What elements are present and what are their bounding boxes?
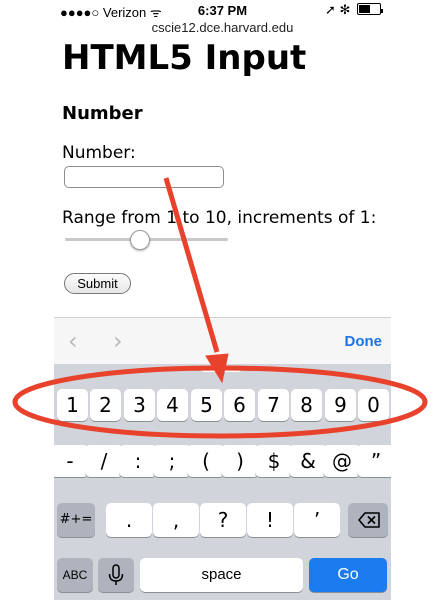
key-1[interactable]: 1 <box>57 389 88 421</box>
space-key[interactable]: space <box>140 558 303 592</box>
done-button[interactable]: Done <box>345 333 383 350</box>
bluetooth-icon: ✻ <box>339 2 351 17</box>
key-semicolon[interactable]: ; <box>153 445 191 477</box>
number-input[interactable] <box>64 166 224 188</box>
key-ampersand[interactable]: & <box>289 445 327 477</box>
key-exclamation[interactable]: ! <box>247 503 293 537</box>
url-bar[interactable]: cscie12.dce.harvard.edu <box>54 20 391 35</box>
location-icon: ➚ <box>324 2 336 17</box>
keyboard: 1 2 3 4 5 6 7 8 9 0 - / : ; ( ) $ & @ ” … <box>54 364 391 600</box>
key-2[interactable]: 2 <box>90 389 121 421</box>
page-title: HTML5 Input <box>62 38 307 78</box>
go-key[interactable]: Go <box>309 558 387 592</box>
key-quote[interactable]: ” <box>357 445 391 477</box>
key-period[interactable]: . <box>106 503 152 537</box>
key-question[interactable]: ? <box>200 503 246 537</box>
battery-tip <box>381 9 383 13</box>
section-heading: Number <box>62 103 143 124</box>
range-label: Range from 1 to 10, increments of 1: <box>62 208 377 228</box>
key-3[interactable]: 3 <box>124 389 155 421</box>
key-6[interactable]: 6 <box>224 389 255 421</box>
key-9[interactable]: 9 <box>325 389 356 421</box>
backspace-icon <box>358 512 380 528</box>
battery-icon <box>357 3 381 15</box>
key-open-paren[interactable]: ( <box>187 445 225 477</box>
key-0[interactable]: 0 <box>358 389 389 421</box>
keyboard-accessory-bar: ‹ › Done <box>54 317 391 365</box>
chevron-right-icon[interactable]: › <box>113 327 123 355</box>
key-slash[interactable]: / <box>85 445 123 477</box>
key-apostrophe[interactable]: ’ <box>294 503 340 537</box>
chevron-left-icon[interactable]: ‹ <box>68 327 78 355</box>
keyboard-drag-handle[interactable] <box>201 367 241 372</box>
key-7[interactable]: 7 <box>258 389 289 421</box>
status-right: ➚ ✻ <box>325 2 383 18</box>
microphone-key[interactable] <box>98 558 134 592</box>
delete-key[interactable] <box>348 503 388 537</box>
key-8[interactable]: 8 <box>291 389 322 421</box>
number-label: Number: <box>62 143 136 163</box>
symbols-toggle-key[interactable]: #+= <box>57 503 95 537</box>
phone-screen: ●●●●○ Verizon ᯤ 6:37 PM ➚ ✻ cscie12.dce.… <box>54 0 391 600</box>
microphone-icon <box>108 564 124 585</box>
key-comma[interactable]: , <box>153 503 199 537</box>
range-slider-thumb[interactable] <box>130 230 151 250</box>
key-at[interactable]: @ <box>323 445 361 477</box>
key-4[interactable]: 4 <box>157 389 188 421</box>
key-hyphen[interactable]: - <box>54 445 89 477</box>
status-bar: ●●●●○ Verizon ᯤ 6:37 PM ➚ ✻ <box>54 0 391 20</box>
key-5[interactable]: 5 <box>191 389 222 421</box>
abc-key[interactable]: ABC <box>57 558 93 592</box>
key-dollar[interactable]: $ <box>255 445 293 477</box>
submit-button[interactable]: Submit <box>64 273 131 294</box>
key-colon[interactable]: : <box>119 445 157 477</box>
key-close-paren[interactable]: ) <box>221 445 259 477</box>
